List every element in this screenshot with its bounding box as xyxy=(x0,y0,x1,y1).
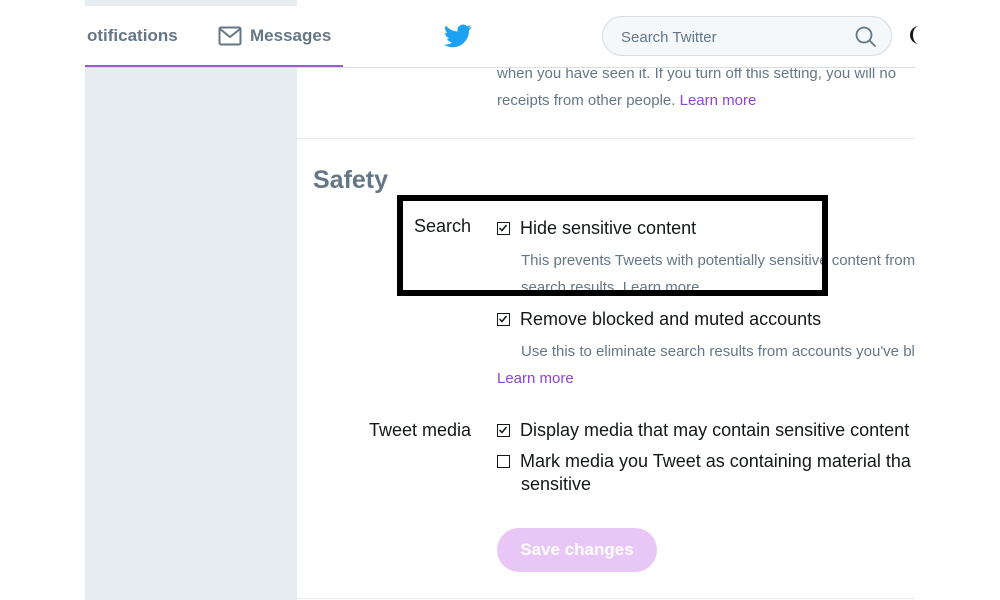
display-media-option[interactable]: Display media that may contain sensitive… xyxy=(497,420,909,441)
tweet-media-row-label: Tweet media xyxy=(368,420,471,440)
mark-media-label-line2: sensitive xyxy=(521,474,592,494)
nav-messages[interactable]: Messages xyxy=(218,26,331,46)
mark-media-label: Mark media you Tweet as containing mater… xyxy=(520,451,911,471)
hide-sensitive-checkbox[interactable] xyxy=(497,222,510,235)
section-title: Safety xyxy=(313,166,389,194)
remove-blocked-description: Use this to eliminate search results fro… xyxy=(521,343,915,360)
remove-blocked-label: Remove blocked and muted accounts xyxy=(520,309,822,329)
section-divider xyxy=(297,138,915,139)
previous-setting-text: receipts from other people. xyxy=(497,92,676,109)
mark-media-checkbox[interactable] xyxy=(497,455,510,468)
previous-setting-line2: receipts from other people. Learn more xyxy=(497,87,915,114)
previous-setting-description: when you have seen it. If you turn off t… xyxy=(497,68,915,114)
previous-setting-learn-more-link[interactable]: Learn more xyxy=(680,92,757,109)
remove-blocked-learn-more-link[interactable]: Learn more xyxy=(497,365,574,392)
nav-notifications[interactable]: otifications xyxy=(87,26,178,46)
previous-setting-line1: when you have seen it. If you turn off t… xyxy=(497,68,897,82)
remove-blocked-option[interactable]: Remove blocked and muted accounts xyxy=(497,309,821,330)
nav-active-underline xyxy=(85,65,343,67)
search-input[interactable] xyxy=(619,26,843,48)
search-box[interactable] xyxy=(602,16,892,56)
bottom-divider xyxy=(297,598,915,599)
display-media-label: Display media that may contain sensitive… xyxy=(520,420,910,440)
twitter-bird-icon[interactable] xyxy=(443,24,472,53)
save-changes-button[interactable]: Save changes xyxy=(497,528,657,572)
hide-sensitive-description-cut: search results. Learn more xyxy=(521,279,700,294)
hide-sensitive-option[interactable]: Hide sensitive content xyxy=(497,218,696,239)
nav-messages-label: Messages xyxy=(250,26,332,45)
search-row-label: Search xyxy=(413,216,471,236)
search-icon[interactable] xyxy=(855,26,877,48)
display-media-checkbox[interactable] xyxy=(497,424,510,437)
hide-sensitive-label: Hide sensitive content xyxy=(520,218,697,238)
hide-sensitive-description: This prevents Tweets with potentially se… xyxy=(521,252,915,269)
remove-blocked-checkbox[interactable] xyxy=(497,313,510,326)
settings-content: when you have seen it. If you turn off t… xyxy=(297,68,915,600)
nav-top-strip xyxy=(85,0,297,6)
mark-media-option[interactable]: Mark media you Tweet as containing mater… xyxy=(497,451,911,472)
envelope-icon xyxy=(218,26,242,46)
left-sidebar xyxy=(85,68,297,600)
